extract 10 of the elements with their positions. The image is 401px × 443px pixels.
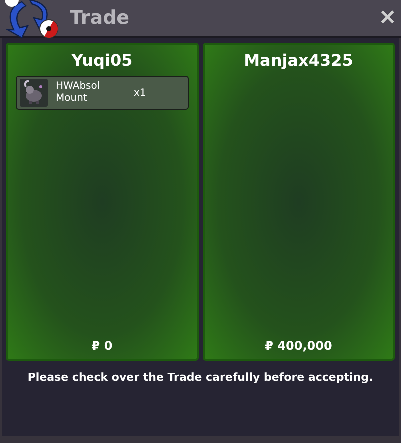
- item-name: HWAbsol Mount: [56, 81, 102, 105]
- window-title: Trade: [70, 6, 130, 31]
- close-button[interactable]: ×: [378, 7, 397, 29]
- money-amount: ₽ 0: [92, 338, 113, 355]
- player-name: Yuqi05: [72, 50, 133, 72]
- item-quantity: x1: [134, 86, 146, 100]
- player-name: Manjax4325: [244, 50, 354, 72]
- money-amount: ₽ 400,000: [265, 338, 332, 355]
- notice-text: Please check over the Trade carefully before accepting.: [26, 370, 374, 386]
- item-row[interactable]: HWAbsol Mount x1: [16, 76, 188, 110]
